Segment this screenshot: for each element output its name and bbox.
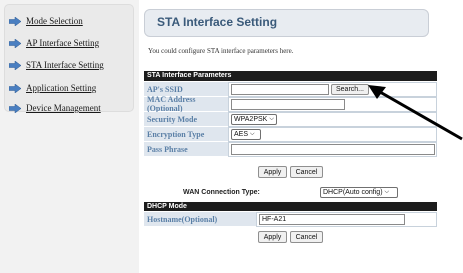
arrow-right-icon bbox=[9, 16, 21, 26]
sidebar-item-device-management[interactable]: Device Management bbox=[9, 103, 101, 113]
arrow-right-icon bbox=[9, 60, 21, 70]
sidebar-item-sta-interface[interactable]: STA Interface Setting bbox=[9, 60, 104, 70]
dhcp-header: DHCP Mode bbox=[144, 202, 437, 211]
sidebar-item-mode-selection[interactable]: Mode Selection bbox=[9, 16, 83, 26]
encryption-type-value: AES bbox=[234, 131, 249, 138]
hostname-label: Hostname(Optional) bbox=[144, 212, 256, 227]
security-mode-value: WPA2PSK bbox=[234, 116, 268, 123]
security-mode-select[interactable]: WPA2PSK ⌵ bbox=[231, 114, 277, 125]
annotation-arrow-icon bbox=[368, 85, 463, 141]
ssid-input[interactable] bbox=[231, 84, 329, 95]
sidebar-item-label: AP Interface Setting bbox=[26, 38, 100, 48]
pass-phrase-input[interactable] bbox=[231, 144, 435, 155]
dhcp-cancel-button[interactable]: Cancel bbox=[290, 231, 323, 243]
sidebar-item-label: Device Management bbox=[26, 103, 101, 113]
title-box: STA Interface Setting bbox=[144, 9, 429, 37]
arrow-right-icon bbox=[9, 38, 21, 48]
dhcp-apply-button[interactable]: Apply bbox=[258, 231, 287, 243]
chevron-down-icon: ⌵ bbox=[384, 189, 390, 195]
encryption-type-select[interactable]: AES ⌵ bbox=[231, 129, 261, 140]
mac-address-input[interactable] bbox=[231, 99, 345, 110]
sidebar-item-application[interactable]: Application Setting bbox=[9, 83, 96, 93]
apply-button[interactable]: Apply bbox=[258, 166, 287, 178]
pass-phrase-label: Pass Phrase bbox=[144, 142, 228, 157]
arrow-right-icon bbox=[9, 83, 21, 93]
wan-connection-select[interactable]: DHCP(Auto config) ⌵ bbox=[320, 187, 398, 198]
encryption-type-label: Encryption Type bbox=[144, 127, 228, 142]
sidebar-item-ap-interface[interactable]: AP Interface Setting bbox=[9, 38, 99, 48]
page-title: STA Interface Setting bbox=[157, 15, 278, 29]
sidebar: Mode Selection AP Interface Setting STA … bbox=[4, 4, 134, 113]
sta-params-header: STA Interface Parameters bbox=[144, 71, 437, 81]
mac-label: MAC Address (Optional) bbox=[144, 95, 228, 113]
cancel-button[interactable]: Cancel bbox=[290, 166, 323, 178]
chevron-down-icon: ⌵ bbox=[269, 116, 274, 122]
hostname-input[interactable]: HF-A21 bbox=[259, 214, 405, 225]
sidebar-item-label: Mode Selection bbox=[26, 16, 83, 26]
page-description: You could configure STA interface parame… bbox=[148, 47, 294, 55]
wan-connection-value: DHCP(Auto config) bbox=[323, 189, 383, 196]
chevron-down-icon: ⌵ bbox=[250, 131, 255, 137]
arrow-right-icon bbox=[9, 103, 21, 113]
sidebar-item-label: STA Interface Setting bbox=[26, 60, 104, 70]
security-mode-label: Security Mode bbox=[144, 112, 228, 127]
wan-connection-label: WAN Connection Type: bbox=[183, 189, 260, 196]
sidebar-item-label: Application Setting bbox=[26, 83, 97, 93]
